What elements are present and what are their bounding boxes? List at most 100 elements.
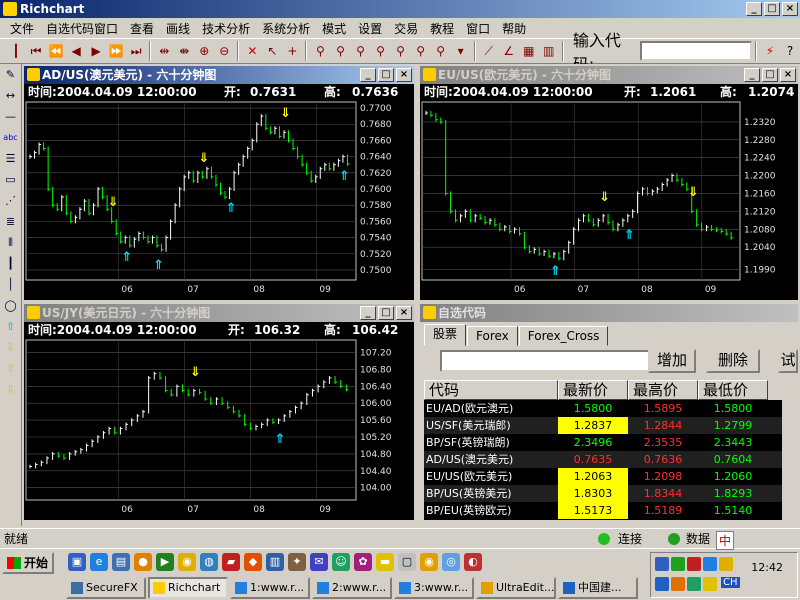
last-icon[interactable]: ⏭ — [126, 40, 146, 62]
chart-window-1[interactable]: EU/US(欧元美元) - 六十分钟图 _ □ × 时间:2004.04.09 12:0… — [418, 64, 800, 302]
crosshair-icon[interactable]: + — [282, 40, 302, 62]
table-row[interactable]: BP/SF(英镑瑞朗) 2.3496 2.3535 2.3443 — [424, 434, 796, 451]
code-input[interactable] — [640, 41, 752, 61]
dropdown-icon[interactable]: ▾ — [451, 40, 471, 62]
table-row[interactable]: BP/EU(英镑欧元) 1.5173 1.5189 1.5140 — [424, 502, 796, 519]
globe-icon[interactable]: ◍ — [200, 553, 218, 571]
chart-minimize-button[interactable]: _ — [360, 306, 376, 320]
zoom-in-icon[interactable]: ⊕ — [194, 40, 214, 62]
task-ultraedit[interactable]: UltraEdit... — [476, 577, 556, 599]
fibonacci-icon[interactable]: ≣ — [1, 211, 21, 232]
chat-icon[interactable]: ☺ — [332, 553, 350, 571]
table-row[interactable]: US/SF(美元瑞郎) 1.2837 1.2844 1.2799 — [424, 417, 796, 434]
trendline-icon[interactable]: ⟋ — [479, 40, 499, 62]
start-button[interactable]: 开始 — [2, 552, 54, 574]
mail-icon[interactable]: ✉ — [310, 553, 328, 571]
compress-icon[interactable]: ⇼ — [174, 40, 194, 62]
col-low[interactable]: 最低价 — [698, 380, 768, 400]
app-icon-2[interactable]: ✿ — [354, 553, 372, 571]
indicator6-icon[interactable]: ⚲ — [411, 40, 431, 62]
tab-forex[interactable]: Forex — [467, 326, 518, 346]
rectangle-icon[interactable]: ▭ — [1, 169, 21, 190]
table-row[interactable]: EU/AD(欧元澳元) 1.5800 1.5895 1.5800 — [424, 400, 796, 417]
cursor-icon[interactable]: ┃ — [6, 40, 26, 62]
chart-close-button[interactable]: × — [396, 306, 412, 320]
task-browser-2[interactable]: 2:www.r... — [312, 577, 392, 599]
tray-icon-6[interactable] — [655, 577, 669, 591]
ftp-icon[interactable]: ◆ — [244, 553, 262, 571]
fan-icon[interactable]: ⋰ — [1, 190, 21, 211]
angle-icon[interactable]: ∠ — [499, 40, 519, 62]
ime-bar[interactable]: 中 — [716, 531, 735, 550]
task-browser-3[interactable]: 3:www.r... — [394, 577, 474, 599]
indicator5-icon[interactable]: ⚲ — [391, 40, 411, 62]
tool-icon[interactable]: ✦ — [288, 553, 306, 571]
media-icon[interactable]: ● — [134, 553, 152, 571]
tab-stocks[interactable]: 股票 — [424, 324, 467, 346]
bar-width-icon[interactable]: ⇹ — [154, 40, 174, 62]
chart-window-0[interactable]: AD/US(澳元美元) - 六十分钟图 _ □ × 时间:2004.04.09 12:0… — [22, 64, 416, 302]
ellipse-icon[interactable]: ◯ — [1, 295, 21, 316]
explorer-icon[interactable]: ▤ — [112, 553, 130, 571]
up-arrow-icon[interactable]: ⇧ — [1, 316, 21, 337]
minimize-button[interactable]: _ — [746, 2, 762, 16]
vline-icon[interactable]: │ — [1, 274, 21, 295]
watchlist-scrollbar[interactable] — [782, 380, 796, 520]
window-icon[interactable]: ▢ — [398, 553, 416, 571]
up-arrow2-icon[interactable]: ⇧ — [1, 358, 21, 379]
bars-icon[interactable]: ┃ — [1, 253, 21, 274]
qq2-icon[interactable]: ◉ — [420, 553, 438, 571]
add-button[interactable]: 增加 — [648, 349, 696, 373]
chart-minimize-button[interactable]: _ — [744, 68, 760, 82]
prev-icon[interactable]: ◀ — [66, 40, 86, 62]
antivirus-icon[interactable]: ◐ — [464, 553, 482, 571]
help-icon[interactable]: ? — [780, 40, 800, 62]
down-arrow2-icon[interactable]: ⇩ — [1, 379, 21, 400]
tray-icon-2[interactable] — [671, 557, 685, 571]
indicator7-icon[interactable]: ⚲ — [431, 40, 451, 62]
chart-close-button[interactable]: × — [780, 68, 796, 82]
indicator1-icon[interactable]: ⚲ — [310, 40, 330, 62]
table-row[interactable]: AD/US(澳元美元) 0.7635 0.7636 0.7604 — [424, 451, 796, 468]
task-richchart[interactable]: Richchart — [148, 577, 228, 599]
book-icon[interactable]: ▰ — [222, 553, 240, 571]
arrow-lr-icon[interactable]: ↔ — [1, 85, 21, 106]
delete-button[interactable]: 删除 — [706, 349, 760, 373]
rewind-icon[interactable]: ⏪ — [46, 40, 66, 62]
forward-icon[interactable]: ⏩ — [106, 40, 126, 62]
tray-icon-5[interactable] — [719, 557, 733, 571]
table-row[interactable]: EU/US(欧元美元) 1.2063 1.2098 1.2060 — [424, 468, 796, 485]
maximize-button[interactable]: □ — [764, 2, 780, 16]
next-icon[interactable]: ▶ — [86, 40, 106, 62]
watchlist-code-input[interactable] — [440, 350, 662, 372]
delete-icon[interactable]: ✕ — [242, 40, 262, 62]
task-browser-1[interactable]: 1:www.r... — [230, 577, 310, 599]
chart-maximize-button[interactable]: □ — [378, 68, 394, 82]
desktop-icon[interactable]: ▣ — [68, 553, 86, 571]
chart-window-2[interactable]: US/JY(美元日元) - 六十分钟图 _ □ × 时间:2004.04.09 12:0… — [22, 302, 416, 522]
col-high[interactable]: 最高价 — [628, 380, 698, 400]
tray-icon-3[interactable] — [687, 557, 701, 571]
first-icon[interactable]: ⏮ — [26, 40, 46, 62]
menu-settings[interactable]: 设置 — [352, 20, 388, 37]
text-abc-icon[interactable]: abc — [1, 127, 21, 148]
cycle-icon[interactable]: ⦀ — [1, 232, 21, 253]
menu-file[interactable]: 文件 — [4, 20, 40, 37]
lightning-icon[interactable]: ⚡ — [760, 40, 780, 62]
net-icon[interactable]: ◎ — [442, 553, 460, 571]
ime-indicator[interactable]: CH — [721, 577, 740, 588]
tray-icon-7[interactable] — [671, 577, 685, 591]
chart-minimize-button[interactable]: _ — [360, 68, 376, 82]
menu-tutorial[interactable]: 教程 — [424, 20, 460, 37]
price-chart[interactable]: 0.7700 0.7680 0.7660 0.7640 0.7620 0.7600 0.75… — [24, 100, 414, 300]
candle-icon[interactable]: ▥ — [539, 40, 559, 62]
tab-forex-cross[interactable]: Forex_Cross — [518, 326, 609, 346]
tray-icon-8[interactable] — [687, 577, 701, 591]
col-last[interactable]: 最新价 — [558, 380, 628, 400]
indicator3-icon[interactable]: ⚲ — [351, 40, 371, 62]
folder-icon[interactable]: ▬ — [376, 553, 394, 571]
hline-icon[interactable]: — — [1, 106, 21, 127]
chart-maximize-button[interactable]: □ — [762, 68, 778, 82]
task-securefx[interactable]: SecureFX — [66, 577, 146, 599]
zoom-out-icon[interactable]: ⊖ — [214, 40, 234, 62]
